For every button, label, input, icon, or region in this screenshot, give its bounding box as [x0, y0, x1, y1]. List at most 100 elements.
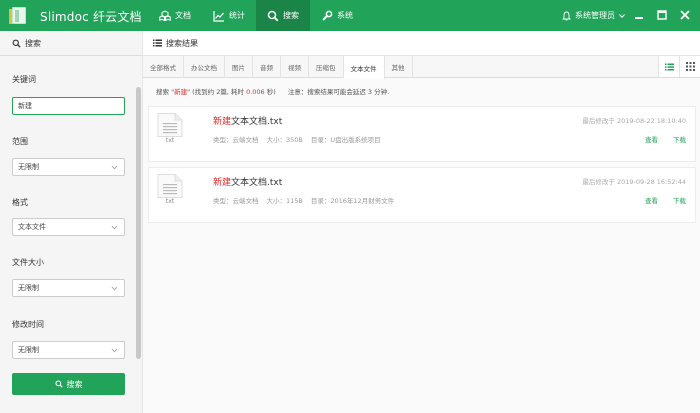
- search-icon: [54, 380, 63, 388]
- download-link[interactable]: 下载: [673, 195, 686, 205]
- mtime-select[interactable]: 无限制: [12, 341, 125, 359]
- results-header: 搜索结果: [143, 31, 700, 56]
- chevron-down-icon: [111, 348, 118, 353]
- nav-statistics[interactable]: 统计: [202, 0, 256, 31]
- sidebar-scrollbar[interactable]: [136, 87, 141, 359]
- file-ext-label: txt: [165, 198, 175, 205]
- chart-icon: [213, 10, 224, 22]
- grid-view-button[interactable]: [679, 56, 700, 77]
- file-modified-date: 最后修改于 2019-08-22 18:10:40: [582, 117, 686, 125]
- file-type: 类型：云端文档: [213, 197, 259, 205]
- file-ext-label: txt: [165, 137, 175, 144]
- size-select[interactable]: 无限制: [12, 279, 125, 297]
- nav-label: 搜索: [283, 11, 299, 20]
- summary-suffix: 秒): [264, 88, 276, 96]
- format-tabs: 全部格式 办公文档 图片 音频 视频 压缩包 文本文件 其他: [143, 56, 700, 79]
- size-value: 无限制: [18, 284, 39, 292]
- chevron-down-icon: [111, 165, 118, 170]
- summary-mid: " (找到约 2篇, 耗时: [187, 88, 247, 96]
- results-title: 搜索结果: [166, 38, 198, 48]
- text-file-icon: txt: [157, 113, 183, 145]
- summary-seconds: 0.006: [246, 88, 265, 96]
- file-name-rest: 文本文档.txt: [231, 178, 283, 188]
- text-file-icon: txt: [157, 174, 183, 206]
- keyword-label: 关键词: [12, 75, 36, 84]
- format-select[interactable]: 文本文件: [12, 218, 125, 236]
- list-icon: [153, 39, 162, 47]
- user-menu[interactable]: 系统管理员: [562, 10, 625, 21]
- chevron-down-icon: [619, 13, 625, 18]
- nav-label: 系统: [337, 11, 353, 20]
- file-dir: 目录：U盘出版系统项目: [310, 136, 381, 144]
- keyword-value: 新建: [18, 102, 32, 110]
- view-link[interactable]: 查看: [645, 134, 658, 144]
- scope-value: 无限制: [18, 163, 39, 171]
- view-toggle: [658, 56, 700, 77]
- search-button[interactable]: 搜索: [12, 373, 125, 395]
- file-meta: 类型：云端文档 大小：115B 目录：2016年12月财务文件: [213, 195, 402, 205]
- file-size: 大小：115B: [266, 197, 303, 205]
- chevron-down-icon: [111, 286, 118, 291]
- result-item: txt 新建文本文档.txt 类型：云端文档 大小：350B 目录：U盘出版系统项目…: [148, 106, 696, 162]
- tab-office-docs[interactable]: 办公文档: [184, 56, 225, 78]
- download-link[interactable]: 下载: [673, 134, 686, 144]
- results-panel: 搜索结果 全部格式 办公文档 图片 音频 视频 压缩包 文本文件 其他 搜索 "…: [143, 31, 700, 413]
- search-sidebar: 搜索 关键词 新建 范围 无限制 格式 文本文件 文件大小 无限制 修改时间 无…: [0, 31, 143, 413]
- summary-keyword: 新建: [174, 88, 188, 96]
- app-logo-icon: [9, 6, 30, 25]
- search-button-label: 搜索: [66, 379, 83, 389]
- file-actions: 查看 下载: [645, 134, 686, 144]
- minimize-button[interactable]: [633, 9, 645, 21]
- nav-label: 文档: [175, 11, 191, 20]
- view-link[interactable]: 查看: [645, 195, 658, 205]
- tab-text-files[interactable]: 文本文件: [343, 56, 385, 79]
- file-name-link[interactable]: 新建文本文档.txt: [213, 175, 282, 188]
- nav-documents[interactable]: 文档: [148, 0, 202, 31]
- result-item: txt 新建文本文档.txt 类型：云端文档 大小：115B 目录：2016年12月…: [148, 167, 696, 223]
- scope-label: 范围: [12, 137, 28, 146]
- format-value: 文本文件: [18, 223, 46, 231]
- nav-system[interactable]: 系统: [310, 0, 364, 31]
- tab-audio[interactable]: 音频: [253, 56, 281, 78]
- bell-icon: [562, 11, 571, 20]
- tab-other[interactable]: 其他: [385, 56, 413, 78]
- mtime-value: 无限制: [18, 346, 39, 354]
- chevron-down-icon: [111, 225, 118, 230]
- file-name-highlight: 新建: [213, 117, 232, 127]
- close-icon: [680, 10, 690, 20]
- scope-select[interactable]: 无限制: [12, 158, 125, 176]
- list-view-button[interactable]: [658, 56, 679, 77]
- sidebar-title: 搜索: [25, 38, 41, 48]
- cubes-icon: [159, 9, 171, 21]
- search-icon: [267, 10, 279, 21]
- app-name: Slimdoc 纤云文档: [40, 10, 142, 24]
- mtime-label: 修改时间: [12, 320, 44, 329]
- sidebar-header: 搜索: [0, 31, 142, 56]
- file-size: 大小：350B: [266, 136, 303, 144]
- file-type: 类型：云端文档: [213, 136, 259, 144]
- tab-all-formats[interactable]: 全部格式: [143, 56, 184, 78]
- size-label: 文件大小: [12, 258, 44, 267]
- tab-images[interactable]: 图片: [225, 56, 253, 78]
- window-controls: [633, 9, 691, 21]
- nav-search[interactable]: 搜索: [256, 0, 310, 31]
- file-name-link[interactable]: 新建文本文档.txt: [213, 114, 282, 127]
- tab-video[interactable]: 视频: [281, 56, 309, 78]
- summary-note: 注意：搜索结果可能会延迟 3 分钟.: [287, 88, 390, 96]
- maximize-icon: [657, 10, 667, 20]
- wrench-icon: [322, 10, 333, 21]
- nav-label: 统计: [229, 11, 245, 20]
- search-icon: [12, 39, 21, 48]
- top-nav: 文档 统计 搜索 系统: [148, 0, 364, 31]
- close-button[interactable]: [679, 9, 691, 21]
- user-name: 系统管理员: [575, 11, 615, 20]
- title-bar: Slimdoc 纤云文档 文档 统计 搜索 系统 系统管理员: [0, 0, 700, 31]
- tab-archives[interactable]: 压缩包: [309, 56, 344, 78]
- maximize-button[interactable]: [656, 9, 668, 21]
- file-actions: 查看 下载: [645, 195, 686, 205]
- minimize-icon: [635, 17, 643, 19]
- keyword-input[interactable]: 新建: [12, 97, 125, 115]
- search-summary: 搜索 "新建" (找到约 2篇, 耗时 0.006 秒) 注意：搜索结果可能会延…: [156, 86, 389, 96]
- file-modified-date: 最后修改于 2019-09-28 16:52:44: [582, 178, 686, 186]
- list-view-icon: [664, 63, 674, 70]
